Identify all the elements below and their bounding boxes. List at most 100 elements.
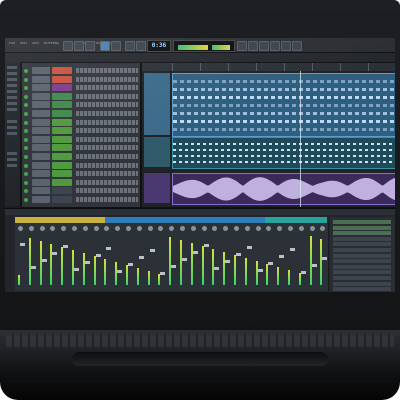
channel-name[interactable] <box>32 92 50 100</box>
browser-item[interactable] <box>7 120 17 123</box>
channel-row[interactable] <box>24 127 138 135</box>
pan-knob[interactable] <box>190 226 196 231</box>
menu-item-file[interactable]: FILE <box>9 41 15 45</box>
volume-fader[interactable] <box>290 248 295 251</box>
play-icon[interactable] <box>63 41 73 51</box>
channel-mute-led[interactable] <box>24 198 28 202</box>
step-sequencer[interactable] <box>76 145 138 151</box>
tool-browser-button[interactable] <box>248 41 258 51</box>
channel-pattern-button[interactable] <box>52 84 72 92</box>
pan-knob[interactable] <box>61 226 67 231</box>
channel-name[interactable] <box>32 135 50 143</box>
track-label-2[interactable] <box>144 137 170 167</box>
channel-row[interactable] <box>24 178 138 187</box>
channel-row[interactable] <box>24 84 138 92</box>
step-sequencer[interactable] <box>76 171 138 177</box>
tool-playlist-button[interactable] <box>259 41 269 51</box>
effect-slot[interactable] <box>333 225 391 230</box>
pan-knob[interactable] <box>169 226 175 231</box>
tool-rack-button[interactable] <box>270 41 280 51</box>
volume-fader[interactable] <box>246 246 252 249</box>
channel-pattern-button[interactable] <box>52 67 72 74</box>
pan-knob[interactable] <box>234 226 239 231</box>
channel-pattern-button[interactable] <box>52 153 72 160</box>
browser-item[interactable] <box>7 84 17 87</box>
playhead[interactable] <box>300 71 301 207</box>
channel-name[interactable] <box>32 170 50 178</box>
pan-knob[interactable] <box>28 226 34 231</box>
channel-mute-led[interactable] <box>24 94 28 99</box>
effect-slot[interactable] <box>333 264 391 269</box>
channel-mute-led[interactable] <box>24 77 28 82</box>
channel-row[interactable] <box>24 170 138 178</box>
pan-knob[interactable] <box>180 226 185 231</box>
channel-mute-led[interactable] <box>24 120 28 125</box>
channel-mute-led[interactable] <box>24 189 28 194</box>
volume-fader[interactable] <box>106 247 112 250</box>
step-sequencer[interactable] <box>76 128 138 134</box>
channel-name[interactable] <box>32 75 50 83</box>
pan-knob[interactable] <box>18 226 23 231</box>
metronome-button[interactable] <box>125 41 135 51</box>
volume-fader[interactable] <box>52 252 58 255</box>
effect-slot[interactable] <box>333 287 391 292</box>
step-sequencer[interactable] <box>76 102 138 108</box>
pan-knob[interactable] <box>126 226 131 231</box>
menu-item-edit[interactable]: EDIT <box>20 41 27 45</box>
channel-pattern-button[interactable] <box>52 75 72 83</box>
effect-slot[interactable] <box>333 242 391 247</box>
browser-item[interactable] <box>7 132 17 135</box>
channel-row[interactable] <box>24 75 138 84</box>
effect-slot[interactable] <box>333 253 391 258</box>
channel-pattern-button[interactable] <box>52 178 72 186</box>
volume-fader[interactable] <box>171 265 177 268</box>
channel-row[interactable] <box>24 187 138 195</box>
browser-item[interactable] <box>7 66 17 69</box>
volume-fader[interactable] <box>74 268 79 271</box>
channel-pattern-button[interactable] <box>52 144 72 152</box>
channel-row[interactable] <box>24 110 138 118</box>
volume-fader[interactable] <box>257 269 263 272</box>
volume-fader[interactable] <box>322 257 328 260</box>
volume-fader[interactable] <box>268 262 274 265</box>
pan-knob[interactable] <box>244 226 250 231</box>
browser-item[interactable] <box>7 158 17 161</box>
effect-slot[interactable] <box>333 270 391 275</box>
pan-knob[interactable] <box>212 226 218 231</box>
pan-knob[interactable] <box>93 226 99 231</box>
pan-knob[interactable] <box>115 226 121 231</box>
pan-knob[interactable] <box>136 226 142 231</box>
pan-knob[interactable] <box>82 226 88 231</box>
channel-name[interactable] <box>32 127 50 135</box>
channel-row[interactable] <box>24 135 138 144</box>
pan-knob[interactable] <box>50 226 56 231</box>
effect-slot[interactable] <box>333 259 391 264</box>
pattern-clip-blue[interactable] <box>172 73 395 137</box>
volume-fader[interactable] <box>160 272 166 275</box>
volume-fader[interactable] <box>192 251 198 254</box>
step-sequencer[interactable] <box>76 197 138 202</box>
channel-pattern-button[interactable] <box>52 110 72 117</box>
browser-item[interactable] <box>7 90 17 93</box>
audio-clip[interactable] <box>172 173 395 205</box>
step-sequencer[interactable] <box>76 154 138 159</box>
browser-item[interactable] <box>7 96 17 99</box>
menu-item-add[interactable]: ADD <box>32 41 39 45</box>
record-icon[interactable] <box>85 41 95 51</box>
channel-pattern-button[interactable] <box>52 196 72 203</box>
volume-fader[interactable] <box>84 261 90 264</box>
effect-slot[interactable] <box>333 276 391 280</box>
volume-fader[interactable] <box>236 253 241 256</box>
channel-name[interactable] <box>32 118 50 126</box>
channel-row[interactable] <box>24 153 138 161</box>
step-sequencer[interactable] <box>76 68 138 73</box>
step-sequencer[interactable] <box>76 76 138 82</box>
browser-item[interactable] <box>7 126 17 129</box>
browser-item[interactable] <box>7 108 17 111</box>
tool-snap-button[interactable] <box>237 41 247 51</box>
channel-pattern-button[interactable] <box>52 127 72 135</box>
pan-knob[interactable] <box>255 226 261 231</box>
channel-mute-led[interactable] <box>24 86 28 91</box>
effect-slot[interactable] <box>333 231 391 236</box>
channel-pattern-button[interactable] <box>52 92 72 100</box>
